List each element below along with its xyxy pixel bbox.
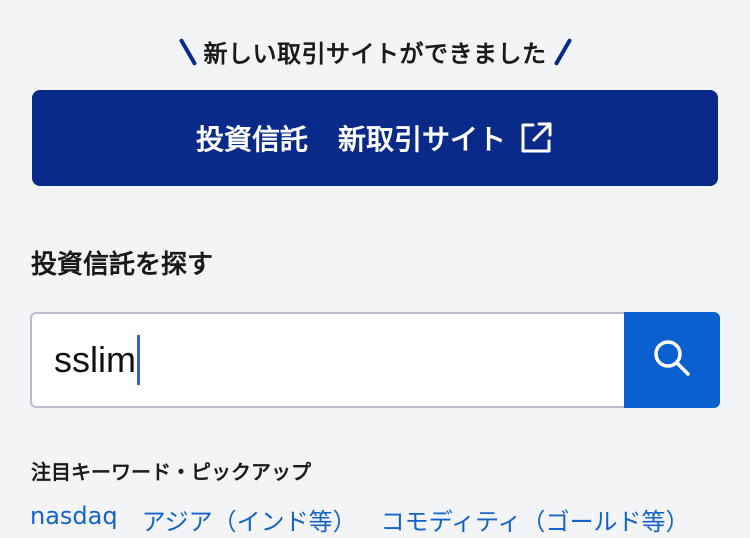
external-link-icon	[518, 120, 554, 156]
search-input-value[interactable]: sslim	[54, 339, 136, 381]
pickup-keywords-title: 注目キーワード・ピックアップ	[31, 460, 311, 484]
new-trading-site-button[interactable]: 投資信託 新取引サイト	[32, 90, 718, 186]
search-button[interactable]	[624, 312, 720, 408]
banner-label-site: 新取引サイト	[338, 123, 507, 156]
keyword-link-asia[interactable]: アジア（インド等）	[142, 502, 357, 537]
fund-search-input[interactable]: sslim	[30, 312, 624, 408]
slash-decoration	[553, 37, 572, 66]
keyword-link-nasdaq[interactable]: nasdaq	[30, 502, 118, 537]
slash-decoration	[178, 37, 197, 66]
banner-label-fund: 投資信託	[195, 123, 308, 156]
text-caret	[136, 335, 140, 385]
announcement-banner: 新しい取引サイトができました	[0, 34, 750, 69]
keyword-list: nasdaq アジア（インド等） コモディティ（ゴールド等）	[30, 502, 750, 537]
announcement-text: 新しい取引サイトができました	[203, 40, 547, 68]
search-icon	[652, 338, 692, 382]
keyword-link-commodity[interactable]: コモディティ（ゴールド等）	[381, 502, 690, 537]
search-section-title: 投資信託を探す	[31, 250, 214, 280]
